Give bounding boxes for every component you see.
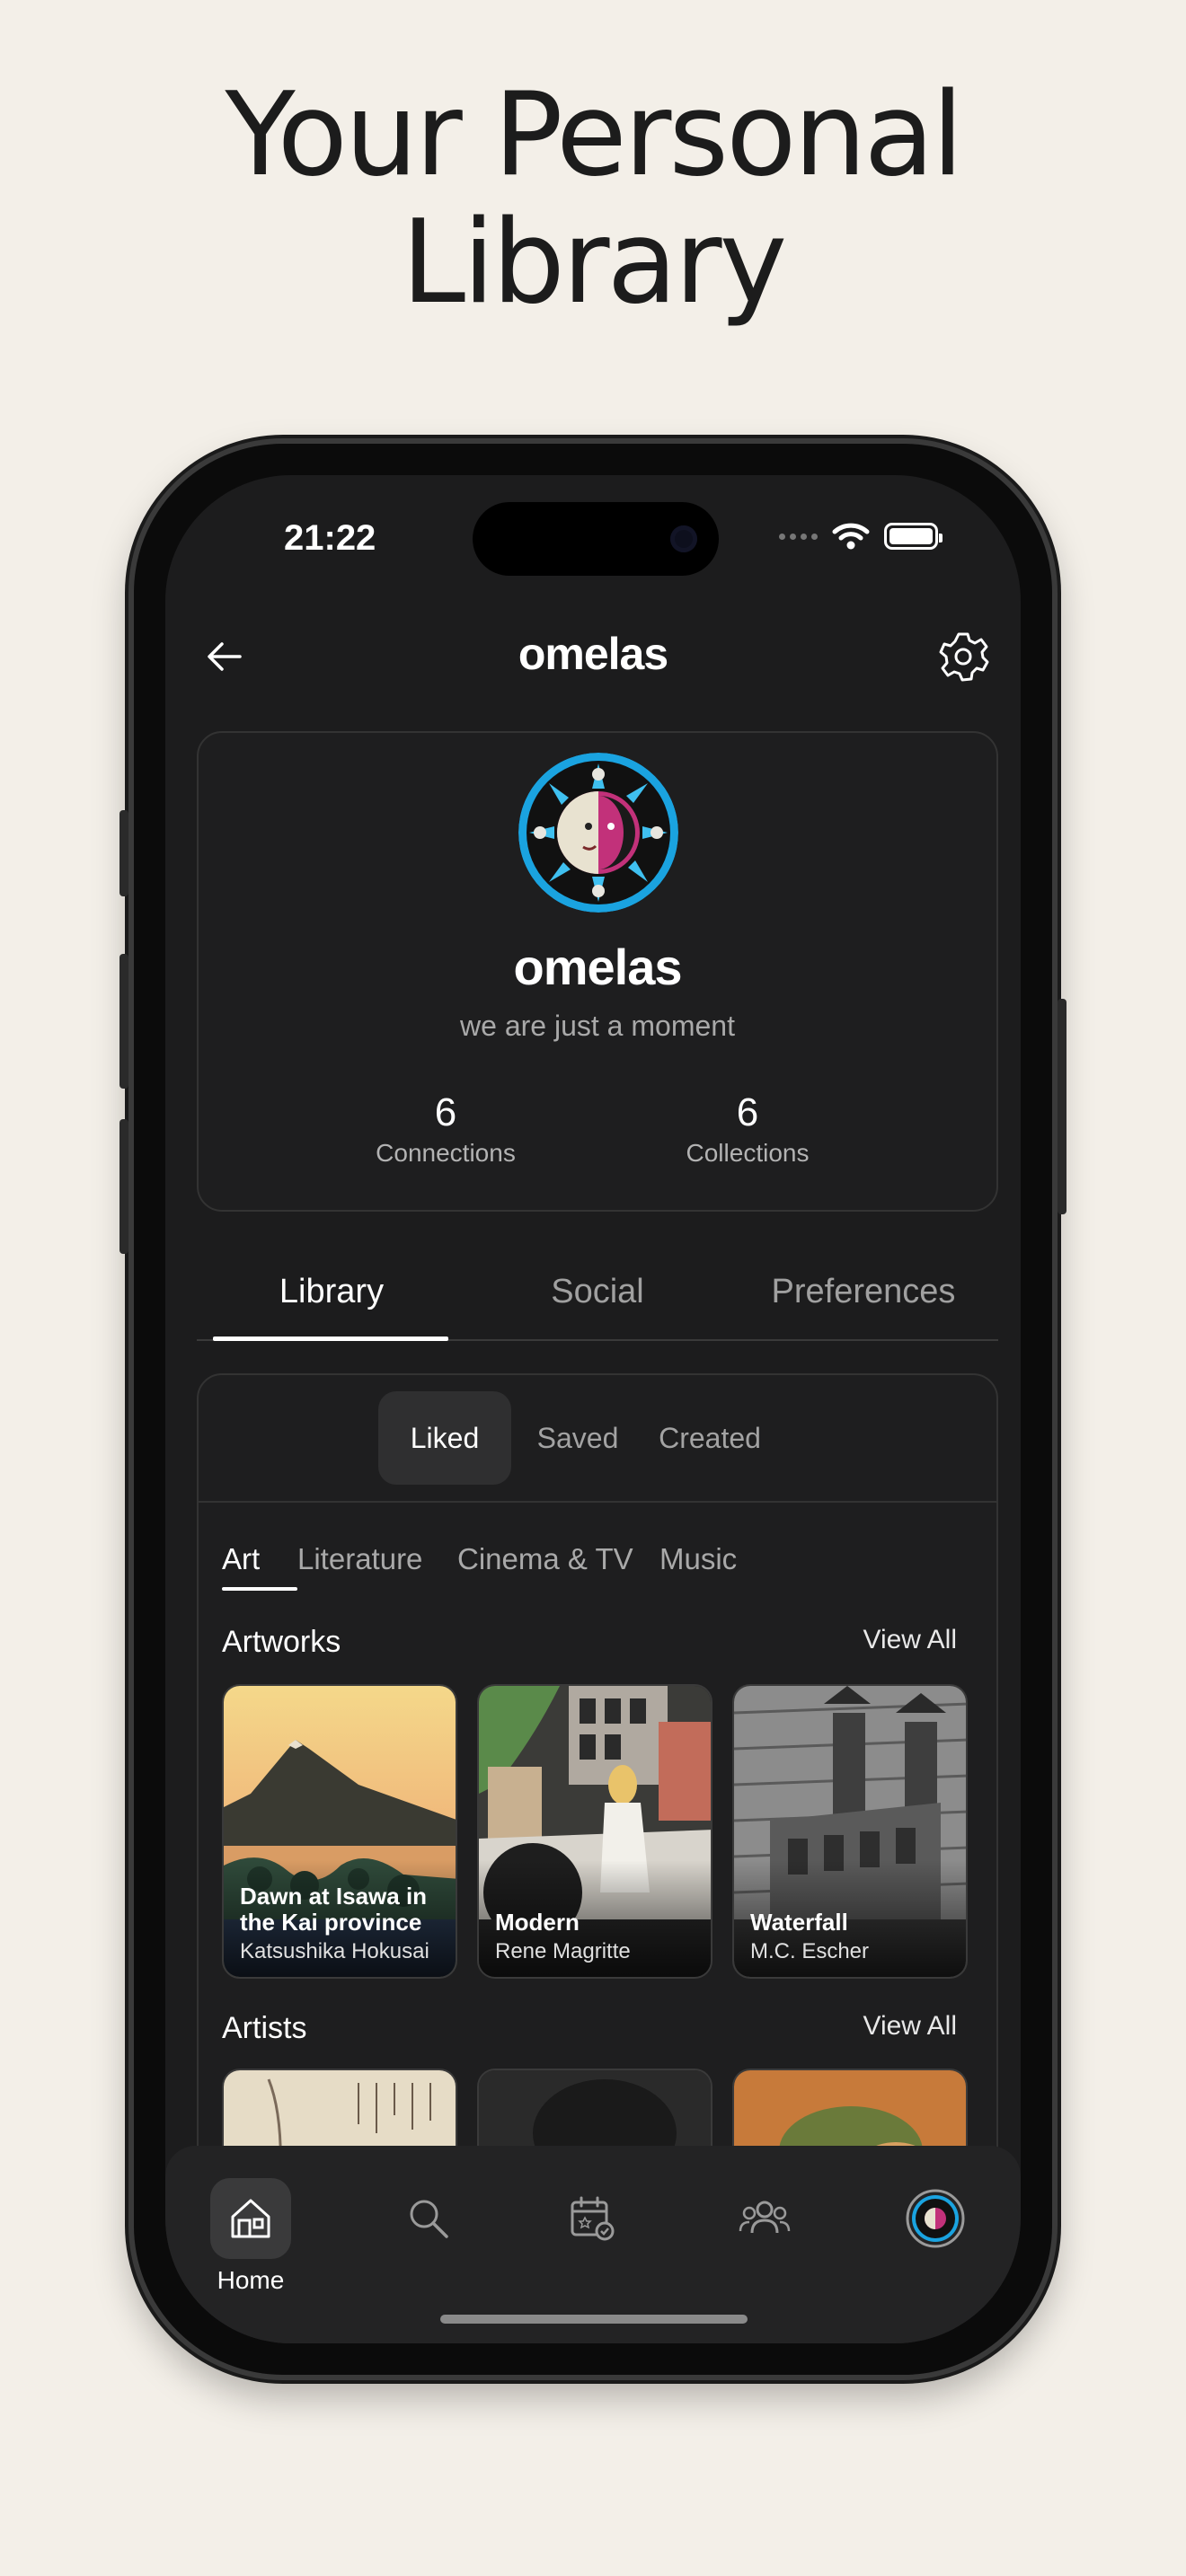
category-art[interactable]: Art [222, 1542, 260, 1576]
home-indicator [440, 2315, 748, 2324]
category-literature[interactable]: Literature [297, 1542, 422, 1576]
collections-label: Collections [686, 1139, 810, 1167]
segment-saved[interactable]: Saved [520, 1391, 635, 1485]
artworks-title: Artworks [222, 1625, 341, 1659]
volume-up-button [119, 954, 128, 1089]
tab-preferences[interactable]: Preferences [747, 1273, 980, 1311]
home-icon [231, 2199, 270, 2238]
status-icons [779, 522, 943, 551]
profile-avatar[interactable] [518, 753, 678, 913]
collections-stat[interactable]: 6 Collections [640, 1090, 855, 1168]
category-music[interactable]: Music [659, 1542, 737, 1576]
tab-home-label: Home [217, 2266, 285, 2294]
tab-bar: Home [165, 2146, 1021, 2343]
profile-card: omelas we are just a moment 6 Connection… [197, 731, 998, 1212]
headline-line-1: Your Personal [225, 68, 963, 202]
status-time: 21:22 [284, 518, 376, 558]
segment-created[interactable]: Created [644, 1391, 775, 1485]
people-icon [739, 2201, 791, 2234]
category-cinema-tv[interactable]: Cinema & TV [457, 1542, 633, 1576]
calendar-icon [571, 2196, 615, 2241]
power-button [1058, 999, 1067, 1214]
dynamic-island [473, 502, 719, 576]
divider [199, 1501, 996, 1503]
headline: Your Personal Library [0, 72, 1186, 327]
battery-icon [884, 523, 943, 550]
tab-social[interactable]: Social [481, 1273, 714, 1311]
artwork-card[interactable]: Dawn at Isawa in the Kai province Katsush… [222, 1684, 457, 1979]
gear-icon [939, 632, 989, 682]
tab-social[interactable] [724, 2178, 805, 2259]
segment-liked[interactable]: Liked [378, 1391, 511, 1485]
settings-button[interactable] [934, 628, 992, 685]
artists-title: Artists [222, 2011, 307, 2045]
connections-count: 6 [434, 1090, 457, 1134]
search-icon [410, 2200, 448, 2238]
active-tab-underline [213, 1337, 448, 1341]
action-button [119, 810, 128, 896]
artwork-title: Modern [495, 1909, 580, 1936]
tab-events[interactable] [552, 2178, 633, 2259]
connections-label: Connections [376, 1139, 516, 1167]
profile-avatar-icon [906, 2189, 965, 2248]
main-tabs: Library Social Preferences [197, 1266, 998, 1341]
nav-bar: omelas [165, 610, 1021, 700]
artwork-card[interactable]: Waterfall M.C. Escher [732, 1684, 968, 1979]
artwork-title: Waterfall [750, 1909, 848, 1936]
tab-profile[interactable] [895, 2178, 976, 2259]
artworks-view-all[interactable]: View All [863, 1625, 957, 1655]
headline-line-2: Library [401, 196, 788, 330]
screen: 21:22 omelas omelas we are just a moment… [165, 475, 1021, 2343]
profile-name: omelas [513, 939, 683, 995]
phone-frame: 21:22 omelas omelas we are just a moment… [119, 438, 1067, 2380]
artwork-title: Dawn at Isawa in the Kai province [240, 1883, 428, 1936]
artwork-artist: Katsushika Hokusai [240, 1939, 429, 1963]
signal-icon [779, 533, 818, 540]
wifi-icon [832, 523, 870, 550]
volume-down-button [119, 1119, 128, 1254]
artwork-card[interactable]: Modern Rene Magritte [477, 1684, 712, 1979]
connections-stat[interactable]: 6 Connections [338, 1090, 553, 1168]
tab-home[interactable] [210, 2178, 291, 2259]
tab-library[interactable]: Library [215, 1273, 448, 1311]
tab-search[interactable] [388, 2178, 469, 2259]
collections-count: 6 [736, 1090, 759, 1134]
artwork-artist: Rene Magritte [495, 1939, 631, 1963]
page-title: omelas [518, 629, 668, 679]
category-underline [222, 1587, 297, 1591]
profile-bio: we are just a moment [460, 1010, 735, 1042]
artwork-artist: M.C. Escher [750, 1939, 870, 1963]
artists-view-all[interactable]: View All [863, 2011, 957, 2042]
